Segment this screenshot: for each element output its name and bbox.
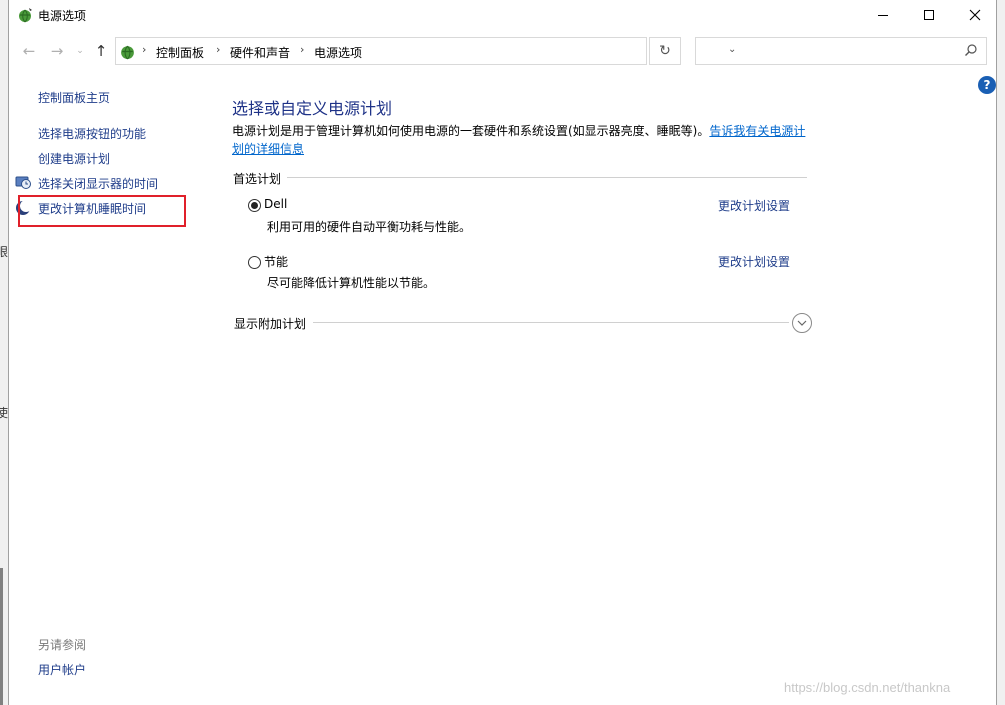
sidebar-item-create-plan[interactable]: 创建电源计划 [38, 150, 110, 167]
breadcrumb-power-options[interactable]: 电源选项 [314, 44, 362, 61]
maximize-icon [924, 10, 934, 20]
breadcrumb-separator-icon[interactable]: › [300, 43, 304, 56]
breadcrumb-separator-icon[interactable]: › [216, 43, 220, 56]
refresh-icon: ↻ [659, 43, 671, 59]
maximize-button[interactable] [906, 0, 952, 30]
sidebar-item-user-accounts[interactable]: 用户帐户 [38, 661, 86, 678]
window-title: 电源选项 [38, 9, 87, 23]
close-icon [969, 9, 981, 21]
up-arrow-icon: ↑ [94, 42, 108, 60]
back-button[interactable]: ← [19, 39, 39, 63]
power-options-window: 电源选项 ← → ⌄ ↑ › 控制面板 › 硬件和声音 › 电源选项 ⌄ ↻ ?… [8, 0, 997, 705]
watermark-text: https://blog.csdn.net/thankna [784, 680, 951, 695]
breadcrumb-separator-icon[interactable]: › [142, 43, 146, 56]
address-bar[interactable]: › 控制面板 › 硬件和声音 › 电源选项 ⌄ [115, 37, 736, 65]
preferred-plans-label: 首选计划 [233, 170, 288, 187]
plan-power-saver-radio[interactable] [248, 256, 261, 269]
chevron-down-icon [797, 320, 807, 326]
plan-dell-description: 利用可用的硬件自动平衡功耗与性能。 [267, 220, 472, 234]
refresh-button[interactable]: ↻ [649, 37, 681, 65]
background-scrollbar [0, 568, 3, 705]
forward-arrow-icon: → [50, 42, 64, 60]
divider [285, 177, 807, 178]
help-icon: ? [983, 78, 991, 92]
background-window-strip: 眼 使 [0, 0, 8, 705]
breadcrumb-control-panel[interactable]: 控制面板 [156, 44, 204, 61]
help-button[interactable]: ? [978, 76, 996, 94]
up-button[interactable]: ↑ [93, 39, 109, 63]
search-icon [965, 44, 977, 56]
sidebar-item-display-off-time[interactable]: 选择关闭显示器的时间 [38, 175, 158, 192]
background-text: 眼 [0, 245, 9, 259]
plan-dell-change-settings-link[interactable]: 更改计划设置 [718, 197, 790, 214]
minimize-button[interactable] [860, 0, 906, 30]
navigation-bar: ← → ⌄ ↑ › 控制面板 › 硬件和声音 › 电源选项 ⌄ ↻ [9, 35, 998, 67]
plan-dell-radio[interactable] [248, 199, 261, 212]
sidebar-control-panel-home[interactable]: 控制面板主页 [38, 89, 110, 106]
control-panel-icon [121, 45, 134, 60]
page-description: 电源计划是用于管理计算机如何使用电源的一套硬件和系统设置(如显示器亮度、睡眠等)… [232, 122, 812, 158]
search-input[interactable] [695, 37, 987, 65]
background-window-strip [997, 0, 1005, 705]
divider [313, 322, 789, 323]
expand-additional-plans-button[interactable] [792, 313, 812, 333]
breadcrumb-hardware-sound[interactable]: 硬件和声音 [230, 44, 290, 61]
monitor-clock-icon [15, 176, 31, 189]
forward-button[interactable]: → [47, 39, 67, 63]
plan-power-saver-change-settings-link[interactable]: 更改计划设置 [718, 253, 790, 270]
close-button[interactable] [952, 0, 998, 30]
power-options-icon [19, 8, 32, 23]
sidebar-item-power-buttons[interactable]: 选择电源按钮的功能 [38, 125, 146, 142]
page-title: 选择或自定义电源计划 [232, 99, 393, 118]
title-bar[interactable]: 电源选项 [9, 0, 998, 30]
back-arrow-icon: ← [22, 42, 36, 60]
plan-power-saver-name[interactable]: 节能 [264, 253, 288, 270]
recent-locations-button[interactable]: ⌄ [74, 39, 86, 63]
show-additional-plans-label[interactable]: 显示附加计划 [234, 315, 313, 332]
plan-dell-name[interactable]: Dell [264, 197, 287, 211]
plan-power-saver-description: 尽可能降低计算机性能以节能。 [267, 276, 436, 290]
minimize-icon [878, 14, 888, 16]
description-text: 电源计划是用于管理计算机如何使用电源的一套硬件和系统设置(如显示器亮度、睡眠等)… [232, 124, 710, 138]
chevron-down-icon: ⌄ [76, 46, 84, 56]
see-also-heading: 另请参阅 [38, 638, 87, 652]
background-text: 使 [0, 406, 9, 420]
highlight-box [18, 195, 186, 227]
